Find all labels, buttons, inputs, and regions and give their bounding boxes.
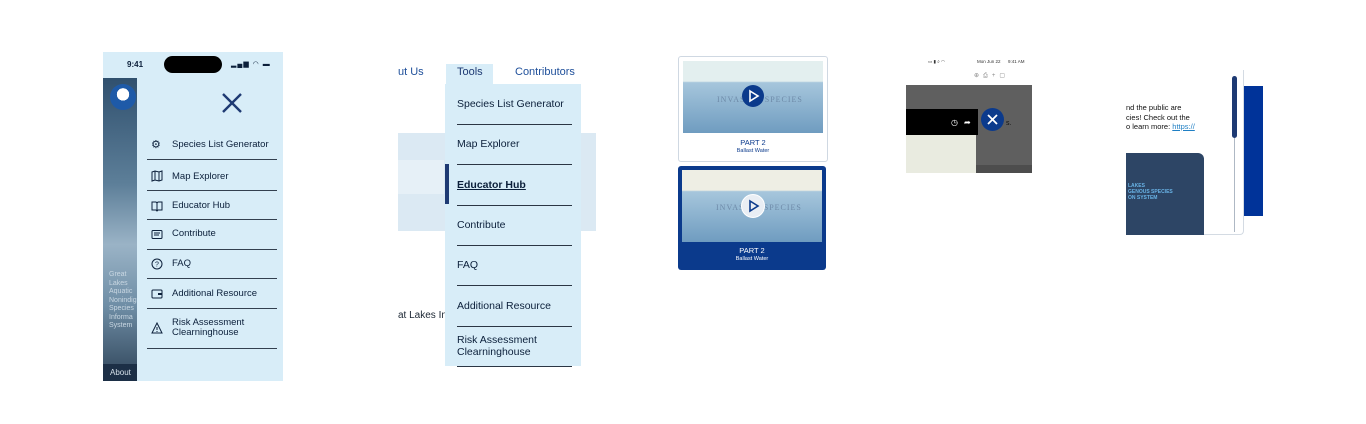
video-title: PART 2 bbox=[740, 138, 766, 147]
status-bar: 9:41 ▂▄▆ ◠ ▬ bbox=[103, 52, 283, 76]
tools-dropdown: Species List Generator Map Explorer Educ… bbox=[445, 84, 581, 367]
video-player[interactable]: ◷ ➦ s. bbox=[906, 85, 1032, 173]
mac-video-window: ▭ ▮ ⌕ ◠ Mon Jun 22 9:41 AM ⊕⎙+▢ ◷ ➦ s. bbox=[906, 56, 1032, 174]
close-icon bbox=[987, 114, 998, 125]
about-tab[interactable]: About bbox=[103, 364, 137, 381]
map-icon bbox=[151, 170, 163, 182]
dropdown-item-species-list-generator[interactable]: Species List Generator bbox=[457, 92, 572, 125]
active-indicator bbox=[445, 164, 449, 204]
scrollbar[interactable] bbox=[1230, 76, 1239, 232]
play-icon[interactable] bbox=[742, 85, 764, 107]
menubar-date: Mon Jun 22 bbox=[977, 59, 1001, 64]
side-accent-block bbox=[1244, 86, 1263, 216]
menu-item-map-explorer[interactable]: Map Explorer bbox=[147, 162, 277, 191]
menu-item-contribute[interactable]: Contribute bbox=[147, 220, 277, 250]
menubar-time: 9:41 AM bbox=[1008, 59, 1025, 64]
scroll-panel: nd the public are cies! Check out the o … bbox=[1126, 70, 1266, 236]
dropdown-item-educator-hub[interactable]: Educator Hub bbox=[457, 164, 572, 206]
menu-item-additional-resource[interactable]: Additional Resource bbox=[147, 279, 277, 309]
video-card-selected[interactable]: INVASIVE SPECIES PART 2 Ballast Water bbox=[678, 166, 826, 270]
background-image bbox=[103, 78, 137, 381]
warning-icon bbox=[151, 322, 163, 334]
status-time: 9:41 bbox=[127, 60, 144, 69]
hero-banner-accent bbox=[398, 160, 444, 194]
intro-text: nd the public are cies! Check out the o … bbox=[1126, 103, 1195, 131]
dropdown-item-faq[interactable]: FAQ bbox=[457, 245, 572, 286]
phone-screen: 9:41 ▂▄▆ ◠ ▬ Great Lakes Aquatic Nonindi… bbox=[103, 52, 283, 381]
learn-more-link[interactable]: https:// bbox=[1172, 122, 1195, 131]
gear-icon: ⚙ bbox=[151, 139, 161, 151]
message-icon bbox=[151, 230, 163, 239]
question-icon: ? bbox=[151, 258, 163, 270]
hero-title-fragment: at Lakes In bbox=[398, 310, 447, 321]
menu-item-species-list-generator[interactable]: ⚙ Species List Generator bbox=[147, 132, 277, 160]
video-subtitle: Ballast Water bbox=[735, 256, 769, 262]
menu-item-faq[interactable]: ? FAQ bbox=[147, 250, 277, 279]
svg-text:?: ? bbox=[155, 262, 159, 269]
dropdown-item-additional-resource[interactable]: Additional Resource bbox=[457, 285, 572, 327]
close-button[interactable] bbox=[981, 108, 1004, 131]
video-text-fragment: s. bbox=[1006, 120, 1012, 127]
video-card[interactable]: INVASIVE SPECIES PART 2 Ballast Water bbox=[678, 56, 828, 162]
signal-wifi-battery-icon: ▂▄▆ ◠ ▬ bbox=[231, 61, 271, 68]
wallet-icon bbox=[151, 289, 163, 299]
dropdown-item-map-explorer[interactable]: Map Explorer bbox=[457, 124, 572, 165]
play-icon[interactable] bbox=[741, 194, 765, 218]
noaa-logo bbox=[110, 84, 136, 110]
dynamic-island bbox=[164, 56, 222, 73]
video-subtitle: Ballast Water bbox=[736, 148, 770, 154]
dropdown-item-risk-assessment[interactable]: Risk Assessment Clearninghouse bbox=[457, 326, 572, 367]
nav-tools[interactable]: Tools bbox=[457, 66, 483, 78]
desktop-nav-view: ut Us Tools Contributors at Lakes In Spe… bbox=[398, 60, 598, 367]
menu-item-risk-assessment[interactable]: Risk Assessment Clearninghouse bbox=[147, 309, 277, 349]
mac-menubar: ▭ ▮ ⌕ ◠ Mon Jun 22 9:41 AM bbox=[906, 56, 1032, 70]
background-site-title: Great Lakes Aquatic Nonindig Species Inf… bbox=[109, 271, 137, 329]
nav-contributors[interactable]: Contributors bbox=[515, 66, 575, 78]
menubar-status-icons: ▭ ▮ ⌕ ◠ bbox=[928, 59, 945, 64]
close-icon[interactable] bbox=[221, 92, 243, 114]
nav-about-us[interactable]: ut Us bbox=[398, 66, 424, 78]
browser-toolbar-icons[interactable]: ⊕⎙+▢ bbox=[974, 72, 1009, 80]
menu-item-educator-hub[interactable]: Educator Hub bbox=[147, 191, 277, 220]
card-title: LAKES GENOUS SPECIES ON SYSTEM bbox=[1128, 183, 1173, 201]
video-title: PART 2 bbox=[739, 246, 765, 255]
video-frame-light bbox=[906, 135, 976, 173]
share-icon[interactable]: ➦ bbox=[964, 118, 971, 127]
video-frame-bottom bbox=[976, 165, 1032, 173]
dropdown-item-contribute[interactable]: Contribute bbox=[457, 205, 572, 246]
book-icon bbox=[151, 201, 163, 212]
clock-icon[interactable]: ◷ bbox=[951, 118, 958, 127]
